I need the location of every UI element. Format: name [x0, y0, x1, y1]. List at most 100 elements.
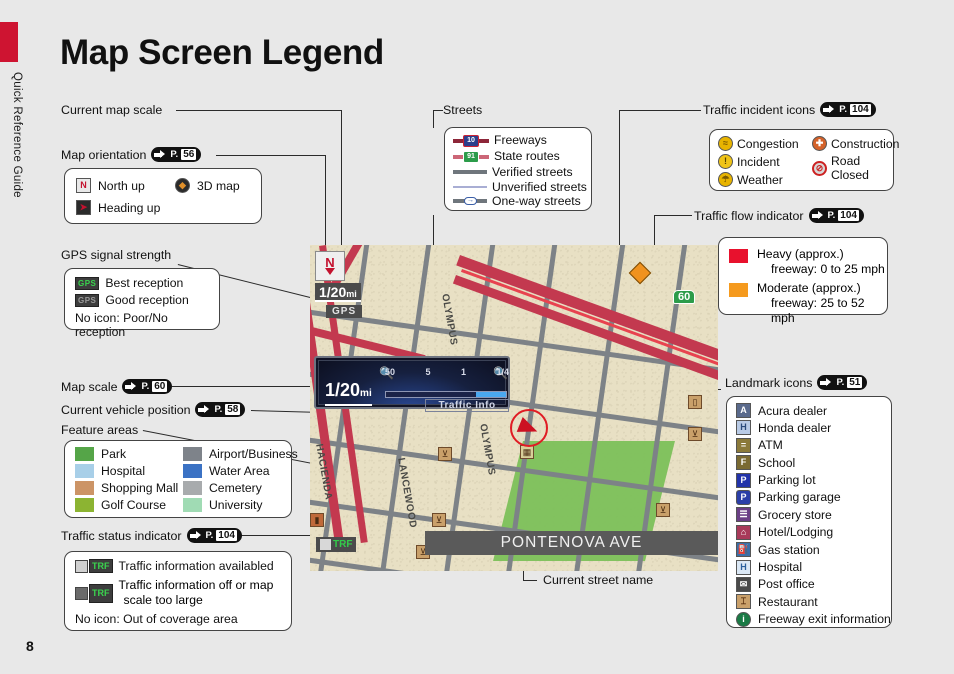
page-ref-number: 104: [838, 210, 859, 221]
moderate-traffic-swatch: [729, 283, 748, 297]
one-way-street-line: →: [453, 196, 487, 206]
scale-value: 1/20: [319, 284, 347, 300]
legend-item-gps-good: GPS Good reception: [75, 293, 189, 307]
traffic-icon: [320, 539, 331, 550]
legend-label: 3D map: [197, 178, 240, 193]
page-reference-badge[interactable]: P. 56: [151, 147, 202, 162]
page-reference-badge[interactable]: P. 58: [195, 402, 246, 417]
legend-item-verified-streets: Verified streets: [453, 165, 573, 179]
callout-map-orientation: Map orientation P. 56: [61, 147, 202, 162]
callout-label: Current street name: [543, 573, 654, 587]
honda-dealer-icon: H: [736, 420, 751, 436]
airport-business-swatch: [183, 447, 202, 461]
landmark-label: School: [758, 455, 796, 470]
arrow-right-icon: [811, 211, 825, 220]
shopping-mall-swatch: [75, 481, 94, 495]
legend-item-unverified-streets: Unverified streets: [453, 180, 587, 194]
map-scale-widget-body: 1/20mi 🔍 🔍 50 5 1 1/4 Traffic Info: [318, 360, 509, 412]
legend-label: Cemetery: [209, 481, 262, 495]
legend-item-moderate: Moderate (approx.) freeway: 25 to 52 mph: [729, 281, 887, 326]
map-scale-slider-fill: [476, 392, 506, 397]
callout-map-scale: Map scale P. 60: [61, 379, 173, 394]
map-scale-widget[interactable]: 1/20mi 🔍 🔍 50 5 1 1/4 Traffic Info: [314, 356, 510, 412]
hospital-swatch: [75, 464, 94, 478]
unverified-street-line: [453, 186, 487, 188]
landmark-list: A Acura dealer H Honda dealer = ATM F Sc…: [736, 403, 891, 627]
legend-item-traffic-off: TRF Traffic information off or map scale…: [75, 578, 273, 608]
grocery-store-icon: ☰: [736, 507, 751, 523]
water-area-swatch: [183, 464, 202, 478]
page-reference-badge[interactable]: P. 104: [186, 528, 242, 543]
landmark-item-hotel-lodging: ⌂ Hotel/Lodging: [736, 524, 891, 540]
map-orientation-legend-box: N North up ◆ 3D map ➤ Heading up: [64, 168, 262, 224]
page-ref-number: 104: [850, 104, 871, 115]
legend-label: Traffic information availabled: [118, 559, 274, 573]
arrow-right-icon: [820, 378, 833, 387]
traffic-info-button[interactable]: Traffic Info: [425, 399, 509, 412]
page-ref-prefix: P.: [141, 381, 150, 392]
congestion-icon: ≈: [718, 136, 733, 151]
legend-label: Verified streets: [492, 165, 573, 179]
legend-item-north-up: N North up: [76, 178, 145, 193]
freeway-exit-icon: i: [736, 611, 751, 627]
page-reference-badge[interactable]: P. 104: [820, 102, 876, 117]
vehicle-arrow-icon: [516, 417, 541, 439]
callout-streets: Streets: [443, 103, 482, 117]
callout-current-street-name: Current street name: [543, 573, 653, 587]
map-landmark-icon: ⊻: [688, 427, 702, 441]
legend-sublabel: freeway: 25 to 52 mph: [771, 296, 865, 325]
legend-item-heavy: Heavy (approx.) freeway: 0 to 25 mph: [729, 247, 885, 277]
legend-label: Best reception: [105, 276, 184, 290]
gas-station-icon: ⛽: [736, 542, 751, 558]
landmark-label: Hotel/Lodging: [758, 525, 834, 540]
current-vehicle-position-marker: [510, 409, 548, 447]
map-highway-shield: 60: [673, 290, 696, 304]
page-reference-badge[interactable]: P. 60: [122, 379, 173, 394]
scale-tick: 1: [460, 367, 466, 377]
legend-item-heading-up: ➤ Heading up: [76, 200, 160, 215]
map-scale-ticks: 50 5 1 1/4: [385, 367, 509, 377]
leader-line-streets-h: [433, 110, 443, 111]
landmark-label: Hospital: [758, 560, 803, 575]
leader-line-map-orientation: [216, 155, 326, 156]
callout-current-map-scale: Current map scale: [61, 103, 162, 117]
map-scale-slider[interactable]: [385, 391, 507, 398]
legend-item-hospital-area: Hospital: [75, 464, 145, 478]
legend-label: Heavy (approx.): [757, 247, 844, 261]
hospital-icon: H: [736, 559, 751, 575]
legend-item-congestion: ≈ Congestion: [718, 136, 799, 151]
map-orientation-indicator[interactable]: N: [315, 251, 345, 281]
legend-sublabel: freeway: 0 to 25 mph: [771, 262, 885, 276]
cemetery-swatch: [183, 481, 202, 495]
scale-tick: 1/4: [496, 367, 509, 377]
legend-label: Airport/Business: [209, 447, 298, 461]
leader-line-street-name-h: [523, 580, 537, 581]
legend-item-shopping-mall: Shopping Mall: [75, 481, 178, 495]
callout-label: Streets: [443, 103, 483, 117]
map-landmark-icon: ⊻: [656, 503, 670, 517]
callout-label: Traffic flow indicator: [694, 208, 804, 223]
leader-line-map-scale: [172, 386, 318, 387]
legend-item-one-way-streets: → One-way streets: [453, 194, 581, 208]
restaurant-icon: ⌶: [736, 594, 751, 610]
hotel-icon: ⌂: [736, 524, 751, 540]
legend-item-golf-course: Golf Course: [75, 498, 166, 512]
legend-label: Water Area: [209, 464, 270, 478]
legend-label: Freeways: [494, 133, 547, 147]
legend-item-cemetery: Cemetery: [183, 481, 262, 495]
freeway-shield-icon: 10: [453, 134, 489, 147]
page-reference-badge[interactable]: P. 51: [817, 375, 868, 390]
current-street-name-bar: PONTENOVA AVE: [425, 531, 718, 555]
legend-item-university: University: [183, 498, 263, 512]
landmark-item-acura-dealer: A Acura dealer: [736, 403, 891, 418]
page-ref-number: 56: [181, 149, 197, 160]
callout-label: Map orientation: [61, 147, 147, 162]
gps-good-icon: GPS: [75, 293, 100, 307]
page-reference-badge[interactable]: P. 104: [808, 208, 864, 223]
landmark-item-school: F School: [736, 455, 891, 471]
legend-label: Hospital: [101, 464, 146, 478]
legend-note-traffic: No icon: Out of coverage area: [75, 612, 238, 626]
legend-item-construction: ✚ Construction: [812, 136, 899, 151]
callout-current-vehicle-position: Current vehicle position P. 58: [61, 402, 246, 417]
gps-legend-box: GPS Best reception GPS Good reception No…: [64, 268, 220, 339]
